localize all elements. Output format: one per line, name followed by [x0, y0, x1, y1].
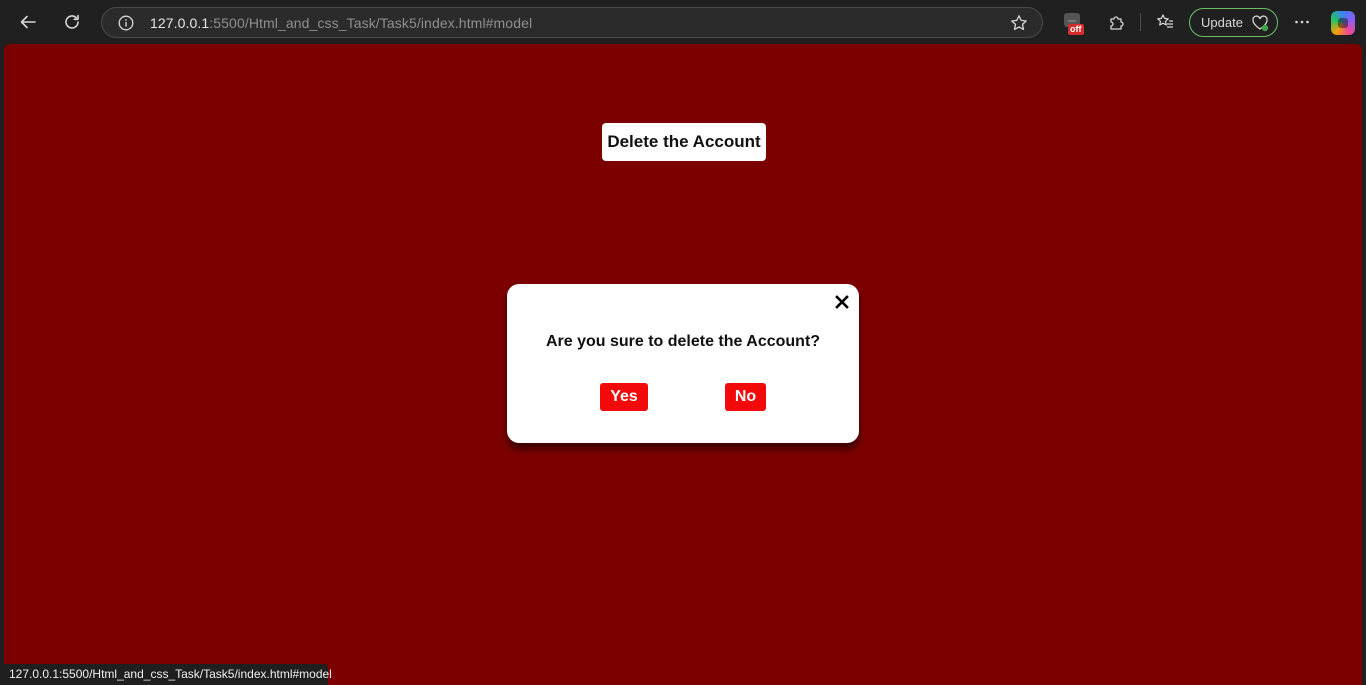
copilot-icon[interactable] — [1331, 11, 1355, 35]
close-icon[interactable] — [834, 294, 850, 310]
url-path: :5500/Html_and_css_Task/Task5/index.html… — [209, 15, 533, 31]
browser-toolbar: 127.0.0.1:5500/Html_and_css_Task/Task5/i… — [0, 0, 1366, 44]
star-icon[interactable] — [1010, 14, 1028, 32]
back-icon[interactable] — [13, 7, 43, 37]
update-label: Update — [1201, 15, 1243, 30]
status-bar-url: 127.0.0.1:5500/Html_and_css_Task/Task5/i… — [0, 664, 332, 685]
update-button[interactable]: Update — [1189, 8, 1278, 37]
no-button[interactable]: No — [725, 383, 766, 411]
confirm-dialog: Are you sure to delete the Account? Yes … — [507, 284, 859, 443]
extension-badge-icon[interactable]: off — [1063, 12, 1085, 35]
heart-icon — [1252, 15, 1269, 32]
toolbar-divider — [1140, 13, 1141, 31]
yes-button[interactable]: Yes — [600, 383, 648, 411]
info-icon[interactable] — [118, 15, 134, 31]
page-viewport: Delete the Account Are you sure to delet… — [4, 44, 1362, 685]
delete-account-button[interactable]: Delete the Account — [602, 123, 766, 161]
url-host: 127.0.0.1 — [150, 15, 210, 31]
dialog-question: Are you sure to delete the Account? — [545, 333, 821, 350]
more-icon[interactable] — [1287, 7, 1317, 37]
favorites-icon[interactable] — [1150, 7, 1180, 37]
refresh-icon[interactable] — [57, 7, 87, 37]
extension-badge-label: off — [1068, 24, 1084, 35]
address-bar[interactable]: 127.0.0.1:5500/Html_and_css_Task/Task5/i… — [101, 7, 1043, 38]
url-text[interactable]: 127.0.0.1:5500/Html_and_css_Task/Task5/i… — [150, 15, 532, 31]
puzzle-icon[interactable] — [1102, 7, 1132, 37]
